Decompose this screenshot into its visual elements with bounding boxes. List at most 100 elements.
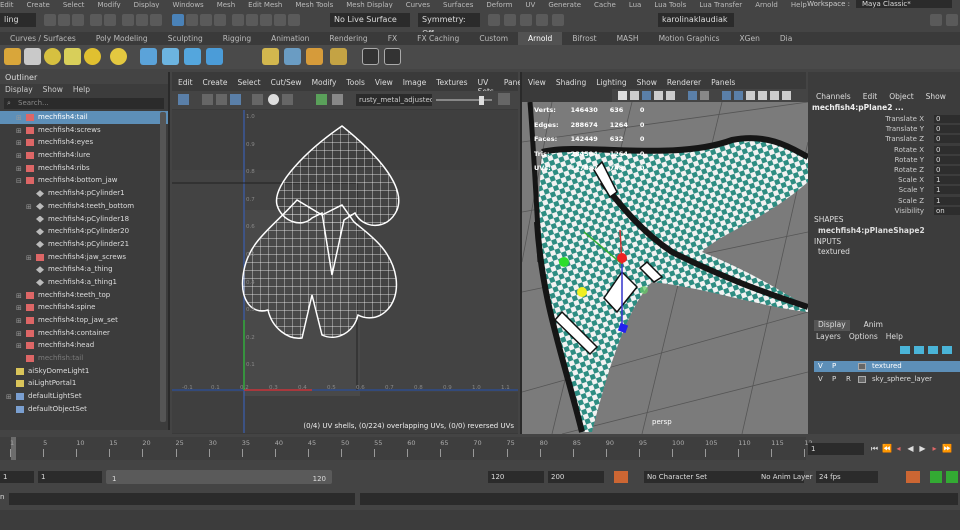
outliner-item[interactable]: aiLightPortal1 [0,377,168,390]
channel-row[interactable]: Scale Z 1 [808,196,960,207]
isolate-icon[interactable] [700,91,709,100]
layer-visibility-toggle[interactable]: V [818,374,823,385]
outliner-item[interactable]: aiSkyDomeLight1 [0,365,168,378]
outliner-item[interactable]: ⊞ mechfish4:top_jaw_set [0,314,168,327]
select-by-joint-icon[interactable] [186,14,198,26]
channel-value[interactable]: 0 [934,135,960,144]
depth-of-field-icon[interactable] [746,91,755,100]
curve-collector-icon[interactable] [184,48,201,65]
uv-dim-slider-handle[interactable] [479,96,484,105]
antialias-icon[interactable] [734,91,743,100]
layer-row[interactable]: V P Rsky_sphere_layer [814,374,960,385]
outliner-item[interactable]: ⊞ defaultLightSet [0,390,168,403]
uv-menu-image[interactable]: Image [403,78,427,89]
uv-menu-select[interactable]: Select [237,78,260,89]
volume-icon[interactable] [162,48,179,65]
uv-image-icon[interactable] [316,94,327,105]
outliner-item[interactable]: mechfish4:a_thing1 [0,276,168,289]
outliner-menu-display[interactable]: Display [5,84,33,96]
channel-value[interactable]: 0 [934,166,960,174]
uv-editor-viewport[interactable]: 1.0 0.9 0.8 0.7 0.6 0.5 0.4 0.3 0.2 0.1 -0.1 0.1 0.… [172,110,518,433]
snap-grid-icon[interactable] [232,14,244,26]
shelf-tab-mash[interactable]: MASH [607,32,649,45]
playhead[interactable] [11,437,16,460]
workspace-dropdown[interactable]: Maya Classic* [856,0,952,8]
photometric-light-icon[interactable] [84,48,101,65]
uv-menu-modify[interactable]: Modify [312,78,337,89]
render-view-icon[interactable] [552,14,564,26]
channel-value[interactable]: on [934,206,960,215]
wireframe-icon[interactable] [618,91,627,100]
viewport-menu-shading[interactable]: Shading [556,78,586,89]
outliner-item[interactable]: ⊟ mechfish4:bottom_jaw [0,174,168,187]
shelf-tab-custom[interactable]: Custom [469,32,518,45]
shelf-tab-motion-graphics[interactable]: Motion Graphics [649,32,730,45]
outliner-item[interactable]: mechfish4:pCylinder21 [0,238,168,251]
uv-menu-cut-sew[interactable]: Cut/Sew [271,78,302,89]
shelf-tab-bifrost[interactable]: Bifrost [562,32,606,45]
outliner-item[interactable]: ⊞ mechfish4:spine [0,301,168,314]
layer-menu-options[interactable]: Options [849,332,878,341]
shelf-tab-curves-surfaces[interactable]: Curves / Surfaces [0,32,86,45]
uv-menu-view[interactable]: View [375,78,393,89]
flush-cache-icon[interactable] [262,48,279,65]
perspective-viewport[interactable]: Verts: 146430 636 0 Edges: 288674 1264 0 Faces: 1… [522,102,808,434]
preferences-icon[interactable] [946,471,958,483]
shelf-tab-animation[interactable]: Animation [261,32,319,45]
outliner-item[interactable]: ⊞ mechfish4:container [0,327,168,340]
hypershade-icon[interactable] [536,14,548,26]
snap-view-plane-icon[interactable] [274,14,286,26]
shelf-tab-arnold[interactable]: Arnold [518,32,563,45]
shelf-tab-poly-modeling[interactable]: Poly Modeling [86,32,158,45]
open-scene-icon[interactable] [58,14,70,26]
input-node-name[interactable]: textured [818,247,850,256]
layer-color-swatch[interactable] [858,363,866,370]
mesh-to-standin-icon[interactable] [206,48,223,65]
channel-row[interactable]: Scale X 1 [808,176,960,186]
uv-texture-dropdown[interactable]: rusty_metal_adjusted2 [356,94,432,106]
textured-icon[interactable] [642,91,651,100]
uv-menu-textures[interactable]: Textures [436,78,467,89]
uv-options-icon[interactable] [498,93,510,105]
shader-library-icon[interactable] [284,48,301,65]
camera-icon[interactable] [782,91,791,100]
layer-tab-anim[interactable]: Anim [864,320,883,331]
outliner-item[interactable]: mechfish:tail [0,352,168,365]
outliner-menu-help[interactable]: Help [73,84,90,96]
range-bar[interactable]: 1 120 [106,470,332,484]
outliner-item[interactable]: ⊞ mechfish4:teeth_top [0,289,168,302]
channel-value[interactable]: 0 [934,155,960,164]
viewport-menu-view[interactable]: View [528,78,546,89]
outliner-item[interactable]: ⊞ mechfish4:jaw_screws [0,251,168,264]
uv-menu-uv-sets[interactable]: UV Sets [478,78,494,96]
outliner-item[interactable]: mechfish4:pCylinder1 [0,187,168,200]
render-view-icon[interactable] [24,48,41,65]
live-surface-field[interactable]: No Live Surface [330,13,410,27]
channel-value[interactable]: 1 [934,196,960,205]
channel-value[interactable]: 0 [934,115,960,123]
xray-icon[interactable] [688,91,697,100]
shelf-tab-sculpting[interactable]: Sculpting [158,32,213,45]
outliner-item[interactable]: defaultObjectSet [0,403,168,416]
viewport-menu-lighting[interactable]: Lighting [596,78,626,89]
save-scene-icon[interactable] [72,14,84,26]
area-light-icon[interactable] [44,48,61,65]
layer-playback-toggle[interactable]: P [832,374,836,385]
smooth-shade-icon[interactable] [630,91,639,100]
outliner-menu-show[interactable]: Show [43,84,63,96]
shelf-tab-fx-caching[interactable]: FX Caching [407,32,469,45]
workspace-selector[interactable]: Workspace : Maya Classic* [807,0,952,8]
uv-distortion-icon[interactable] [282,94,293,105]
channel-row[interactable]: Scale Y 1 [808,186,960,196]
move-layer-down-icon[interactable] [914,346,924,354]
layer-reference-toggle[interactable]: R [846,374,851,385]
mesh-light-icon[interactable] [64,48,81,65]
ipr-render-icon[interactable] [504,14,516,26]
layer-menu-help[interactable]: Help [886,332,903,341]
undo-icon[interactable] [90,14,102,26]
channel-value[interactable]: 0 [934,125,960,134]
toggle-sidebar-icon[interactable] [930,14,942,26]
outliner-item[interactable]: ⊞ mechfish4:ribs [0,162,168,175]
time-slider[interactable]: 1510152025303540455055606570758085909510… [0,437,813,460]
skydome-light-icon[interactable] [110,48,127,65]
